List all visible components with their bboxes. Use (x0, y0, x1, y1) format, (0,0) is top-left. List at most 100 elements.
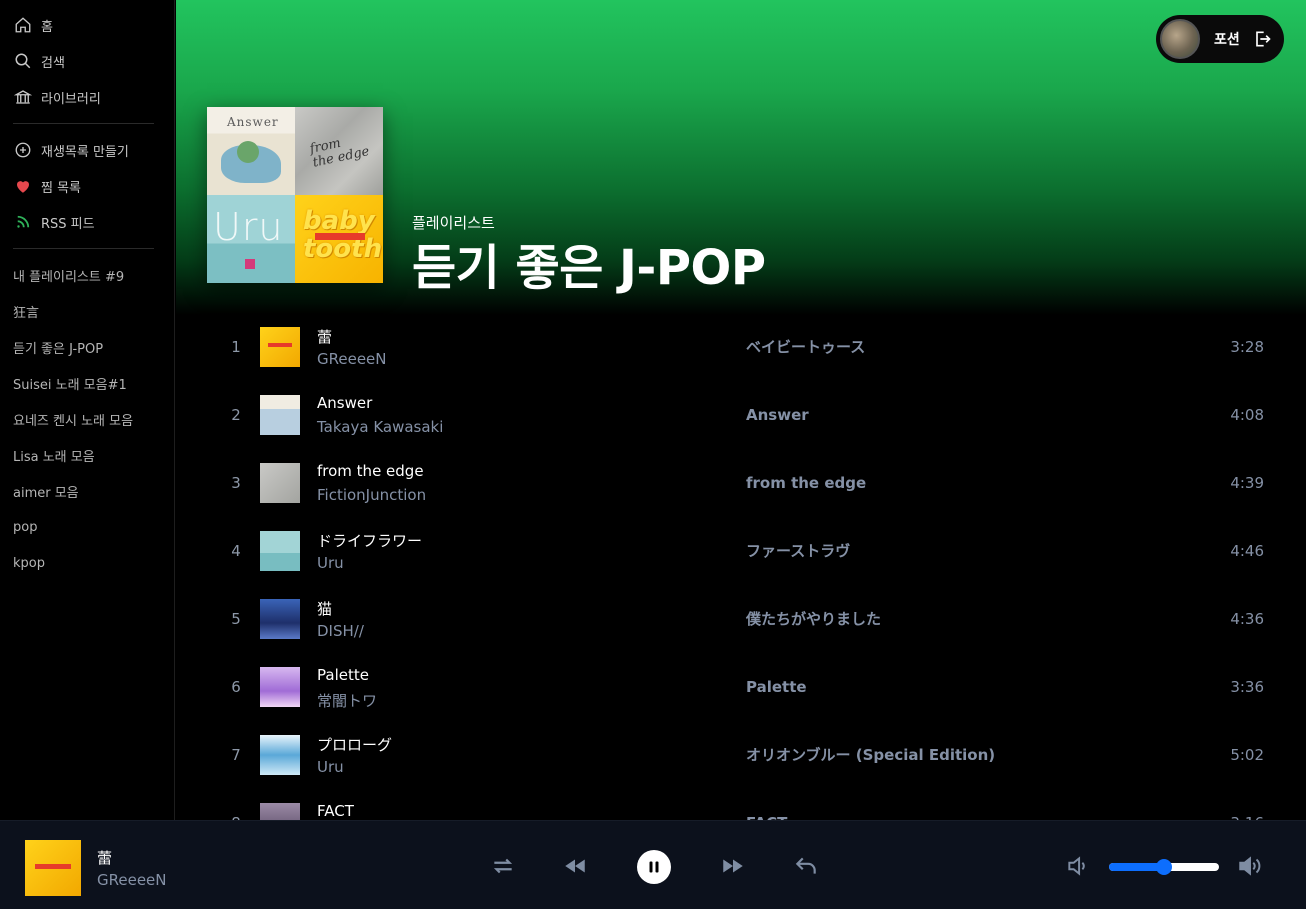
sidebar-playlist-item[interactable]: Lisa 노래 모음 (0, 437, 174, 473)
track-thumbnail (260, 395, 300, 435)
track-number: 7 (231, 746, 241, 764)
track-thumbnail (260, 735, 300, 775)
liked-list-button[interactable]: 찜 목록 (0, 168, 174, 204)
track-title: from the edge (317, 462, 424, 480)
sidebar-playlist-item[interactable]: aimer 모음 (0, 473, 174, 509)
now-playing-title[interactable]: 蕾 (97, 847, 112, 868)
library-icon (13, 87, 33, 107)
nav-search[interactable]: 검색 (0, 43, 174, 79)
track-title: Answer (317, 394, 373, 412)
main-content: 포션 Answer from the edge Uru baby tooth 플… (176, 0, 1306, 820)
nav-home[interactable]: 홈 (0, 7, 174, 43)
sidebar: 홈 검색 라이브러리 재생목록 만들기 찜 목록 RSS 피드 내 플레이리스트… (0, 0, 175, 820)
now-playing-artist[interactable]: GReeeeN (97, 871, 167, 889)
track-title: プロローグ (317, 736, 393, 754)
track-duration: 3:16 (1230, 789, 1264, 820)
track-row[interactable]: 5 猫 DISH// 僕たちがやりました 4:36 (176, 585, 1306, 653)
track-artist[interactable]: FictionJunction (317, 486, 426, 504)
create-playlist-button[interactable]: 재생목록 만들기 (0, 132, 174, 168)
cover-art-shape (237, 141, 259, 163)
track-album[interactable]: ファーストラヴ (746, 517, 850, 585)
track-row[interactable]: 1 蕾 GReeeeN ベイビートゥース 3:28 (176, 313, 1306, 381)
fast-forward-icon (723, 859, 743, 873)
track-row[interactable]: 8 FACT FACT 3:16 (176, 789, 1306, 820)
track-number: 2 (231, 406, 241, 424)
cover-art-shape (245, 259, 255, 269)
home-icon (13, 15, 33, 35)
sidebar-playlist-item[interactable]: Suisei 노래 모음#1 (0, 365, 174, 401)
track-album[interactable]: ベイビートゥース (746, 313, 865, 381)
track-album[interactable]: FACT (746, 789, 787, 820)
cover-tile: baby tooth (295, 195, 383, 283)
track-album[interactable]: from the edge (746, 449, 866, 517)
track-duration: 4:39 (1230, 474, 1264, 492)
volume-up-icon[interactable] (1237, 853, 1263, 879)
track-title: ドライフラワー (317, 532, 423, 550)
track-number: 5 (231, 610, 241, 628)
track-title: Palette (317, 666, 369, 684)
rss-icon (13, 212, 33, 232)
track-number: 3 (231, 474, 241, 492)
track-thumbnail (260, 599, 300, 639)
repeat-icon (493, 858, 513, 874)
cover-text: Answer (227, 115, 279, 129)
track-duration: 4:46 (1230, 542, 1264, 560)
track-album[interactable]: Palette (746, 653, 807, 721)
track-thumbnail (260, 667, 300, 707)
track-duration: 3:36 (1230, 678, 1264, 696)
track-number: 1 (231, 338, 241, 356)
track-artist[interactable]: DISH// (317, 622, 364, 640)
track-duration: 3:28 (1230, 338, 1264, 356)
return-button[interactable] (790, 850, 822, 882)
track-thumbnail (260, 327, 300, 367)
cover-text: Uru (213, 205, 284, 249)
volume-down-icon[interactable] (1065, 853, 1091, 879)
track-duration: 4:08 (1230, 406, 1264, 424)
track-row[interactable]: 2 Answer Takaya Kawasaki Answer 4:08 (176, 381, 1306, 449)
track-artist[interactable]: Uru (317, 758, 344, 776)
playlist-cover: Answer from the edge Uru baby tooth (207, 107, 383, 283)
track-row[interactable]: 6 Palette 常闇トワ Palette 3:36 (176, 653, 1306, 721)
pause-button[interactable] (637, 850, 671, 884)
track-duration: 4:36 (1230, 610, 1264, 628)
track-title: 蕾 (317, 328, 333, 346)
track-album[interactable]: オリオンブルー (Special Edition) (746, 721, 995, 789)
pause-icon (649, 861, 659, 873)
next-button[interactable] (717, 850, 749, 882)
rewind-icon (565, 859, 585, 873)
track-title: 猫 (317, 600, 333, 618)
track-row[interactable]: 3 from the edge FictionJunction from the… (176, 449, 1306, 517)
sidebar-playlist-item[interactable]: kpop (0, 545, 174, 581)
heart-icon (13, 176, 33, 196)
rss-feed-button[interactable]: RSS 피드 (0, 204, 174, 240)
nav-search-label: 검색 (41, 55, 65, 71)
sidebar-divider (13, 123, 154, 124)
undo-arrow-icon (795, 857, 816, 874)
now-playing-cover[interactable] (25, 840, 81, 896)
sidebar-playlist-item[interactable]: 狂言 (0, 293, 174, 329)
nav-library[interactable]: 라이브러리 (0, 79, 174, 115)
avatar[interactable] (1160, 19, 1200, 59)
track-row[interactable]: 7 プロローグ Uru オリオンブルー (Special Edition) 5:… (176, 721, 1306, 789)
track-album[interactable]: Answer (746, 381, 809, 449)
track-artist[interactable]: Takaya Kawasaki (317, 418, 443, 436)
user-name: 포션 (1214, 32, 1240, 48)
sidebar-playlist-item[interactable]: 내 플레이리스트 #9 (0, 257, 174, 293)
track-artist[interactable]: 常闇トワ (317, 690, 377, 711)
previous-button[interactable] (559, 850, 591, 882)
logout-icon[interactable] (1252, 29, 1272, 49)
track-number: 4 (231, 542, 241, 560)
cover-tile: from the edge (295, 107, 383, 195)
volume-knob[interactable] (1156, 859, 1172, 875)
volume-slider[interactable] (1109, 859, 1219, 875)
sidebar-playlist-item[interactable]: 요네즈 켄시 노래 모음 (0, 401, 174, 437)
create-playlist-label: 재생목록 만들기 (41, 144, 129, 160)
repeat-button[interactable] (487, 850, 519, 882)
track-artist[interactable]: GReeeeN (317, 350, 387, 368)
track-row[interactable]: 4 ドライフラワー Uru ファーストラヴ 4:46 (176, 517, 1306, 585)
track-artist[interactable]: Uru (317, 554, 344, 572)
track-album[interactable]: 僕たちがやりました (746, 585, 881, 653)
sidebar-playlist-item[interactable]: pop (0, 509, 174, 545)
sidebar-playlist-item[interactable]: 듣기 좋은 J-POP (0, 329, 174, 365)
user-menu[interactable]: 포션 (1156, 15, 1284, 63)
